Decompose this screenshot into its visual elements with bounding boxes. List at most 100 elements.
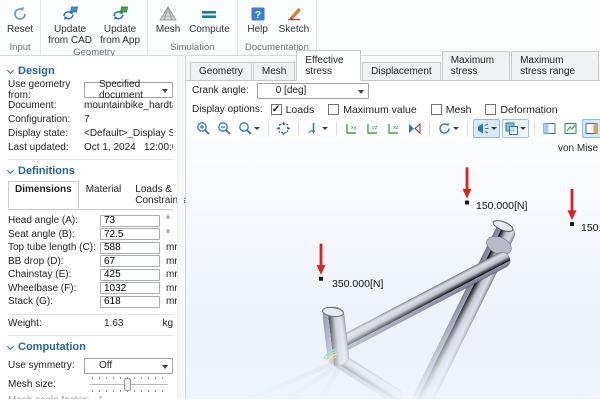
ribbon-group-input: Reset Input [0, 0, 41, 55]
last-updated-value: Oct 1, 2024 12:00:00 AM [84, 142, 173, 153]
computation-section-header[interactable]: Computation [8, 341, 173, 353]
rotate-view-icon[interactable] [435, 119, 462, 138]
chainstay-label: Chainstay (E): [8, 269, 100, 280]
seat-angle-field[interactable] [100, 228, 160, 240]
use-symmetry-select[interactable]: Off [84, 358, 173, 374]
graphics-canvas[interactable]: von Mise 350.000[N] 150.000[N] 150.0 [186, 138, 600, 399]
deformation-label: Deformation [500, 104, 557, 116]
transparency-icon[interactable] [502, 119, 529, 138]
divider [534, 122, 535, 135]
zoom-box-icon[interactable] [236, 119, 263, 138]
divider [8, 314, 173, 315]
chainstay-field[interactable] [100, 269, 160, 281]
zoom-out-icon[interactable] [215, 119, 234, 138]
tab-maximum-stress[interactable]: Maximum stress [442, 51, 510, 80]
sketch-icon [285, 4, 303, 24]
go-to-default-view-icon[interactable] [304, 119, 331, 138]
bb-drop-field[interactable] [100, 255, 160, 267]
checkbox-loads[interactable]: ✓ Loads [271, 104, 315, 116]
wheelbase-field[interactable] [100, 282, 160, 294]
checkbox-deformation[interactable]: Deformation [485, 104, 557, 116]
head-angle-label: Head angle (A): [8, 215, 100, 226]
last-updated-label: Last updated: [8, 142, 84, 153]
crank-angle-select[interactable]: 0 [deg] [257, 83, 369, 99]
panel-colorbar-icon[interactable] [582, 119, 600, 138]
use-symmetry-value: Off [99, 360, 112, 371]
stack-field[interactable] [100, 296, 160, 308]
zoom-extents-icon[interactable] [274, 119, 293, 138]
slider-ticks [92, 390, 166, 392]
panel-split-icon[interactable] [540, 119, 559, 138]
checkbox-unchecked-icon [431, 104, 442, 115]
maximum-value-label: Maximum value [343, 104, 417, 116]
tab-effective-stress[interactable]: Effective stress [296, 50, 361, 81]
svg-text:xy: xy [351, 125, 357, 131]
tab-maximum-stress-range[interactable]: Maximum stress range [511, 51, 599, 80]
head-angle-field[interactable] [100, 215, 160, 227]
top-tube-length-field[interactable] [100, 242, 160, 254]
chevron-down-icon [254, 127, 260, 130]
tab-mesh[interactable]: Mesh [253, 62, 295, 80]
seat-angle-label: Seat angle (B): [8, 229, 100, 240]
update-from-app-button[interactable]: Update from App [96, 2, 144, 46]
mesh-label: Mesh [446, 104, 472, 116]
view-xz-icon[interactable]: xz [384, 119, 403, 138]
ribbon-group-simulation: Mesh Compute Simulation [148, 0, 238, 55]
design-section-header[interactable]: Design [8, 65, 173, 77]
document-label: Document: [8, 100, 84, 111]
results-area: Geometry Mesh Effective stress Displacem… [186, 56, 600, 399]
chevron-down-icon [162, 365, 168, 369]
computation-title: Computation [18, 341, 86, 353]
configuration-value: 7 [84, 114, 90, 125]
load-label-350N: 350.000[N] [332, 278, 383, 290]
tab-dimensions[interactable]: Dimensions [8, 181, 79, 209]
checkbox-unchecked-icon [328, 104, 339, 115]
mesh-button[interactable]: Mesh [151, 2, 185, 35]
display-state-value: <Default>_Display State [84, 128, 173, 139]
scene-light-icon[interactable] [473, 119, 500, 138]
mirror-view-icon[interactable] [405, 119, 424, 138]
chevron-down-icon [491, 127, 497, 130]
depth-fade [186, 285, 600, 399]
document-value: mountainbike_hardtail.SLDPRT [84, 100, 173, 111]
sketch-button[interactable]: Sketch [275, 2, 314, 35]
reset-button[interactable]: Reset [3, 2, 37, 35]
compute-button[interactable]: Compute [185, 2, 234, 35]
group-label-input: Input [3, 41, 37, 55]
checkbox-maximum-value[interactable]: Maximum value [328, 104, 417, 116]
view-yz-icon[interactable]: yz [363, 119, 382, 138]
checkbox-mesh[interactable]: Mesh [431, 104, 472, 116]
update-from-cad-button[interactable]: Update from CAD [44, 2, 96, 46]
panel-plot-icon[interactable] [561, 119, 580, 138]
divider [268, 122, 269, 135]
tab-material[interactable]: Material [79, 181, 129, 209]
divider [298, 122, 299, 135]
load-arrow-150N-right [568, 189, 577, 220]
panel-scrollbar[interactable] [177, 56, 184, 399]
design-title: Design [18, 65, 55, 77]
reset-icon [11, 4, 29, 24]
mesh-size-slider[interactable] [90, 376, 168, 393]
view-xy-icon[interactable]: xy [342, 119, 361, 138]
tab-geometry[interactable]: Geometry [190, 62, 252, 80]
update-from-app-icon [110, 4, 130, 24]
chevron-down-icon [162, 89, 168, 93]
zoom-in-icon[interactable] [194, 119, 213, 138]
checkbox-checked-icon: ✓ [271, 104, 282, 115]
chevron-down-icon [358, 90, 364, 94]
load-arrow-350N [317, 244, 326, 275]
help-icon: ? [249, 4, 267, 24]
load-label-150N-right: 150.0 [581, 222, 600, 234]
help-button[interactable]: ? Help [241, 2, 275, 35]
definitions-section-header[interactable]: Definitions [8, 165, 173, 177]
unit-label: ° [166, 215, 170, 226]
bb-drop-label: BB drop (D): [8, 256, 100, 267]
loads-label: Loads [286, 104, 315, 116]
use-geometry-from-select[interactable]: Specified document [84, 82, 173, 98]
svg-text:yz: yz [372, 125, 378, 131]
divider [8, 335, 173, 336]
tab-displacement[interactable]: Displacement [362, 62, 441, 80]
display-options-label: Display options: [192, 104, 263, 115]
load-arrows [317, 167, 577, 275]
weight-value: 1.63 [100, 318, 156, 329]
